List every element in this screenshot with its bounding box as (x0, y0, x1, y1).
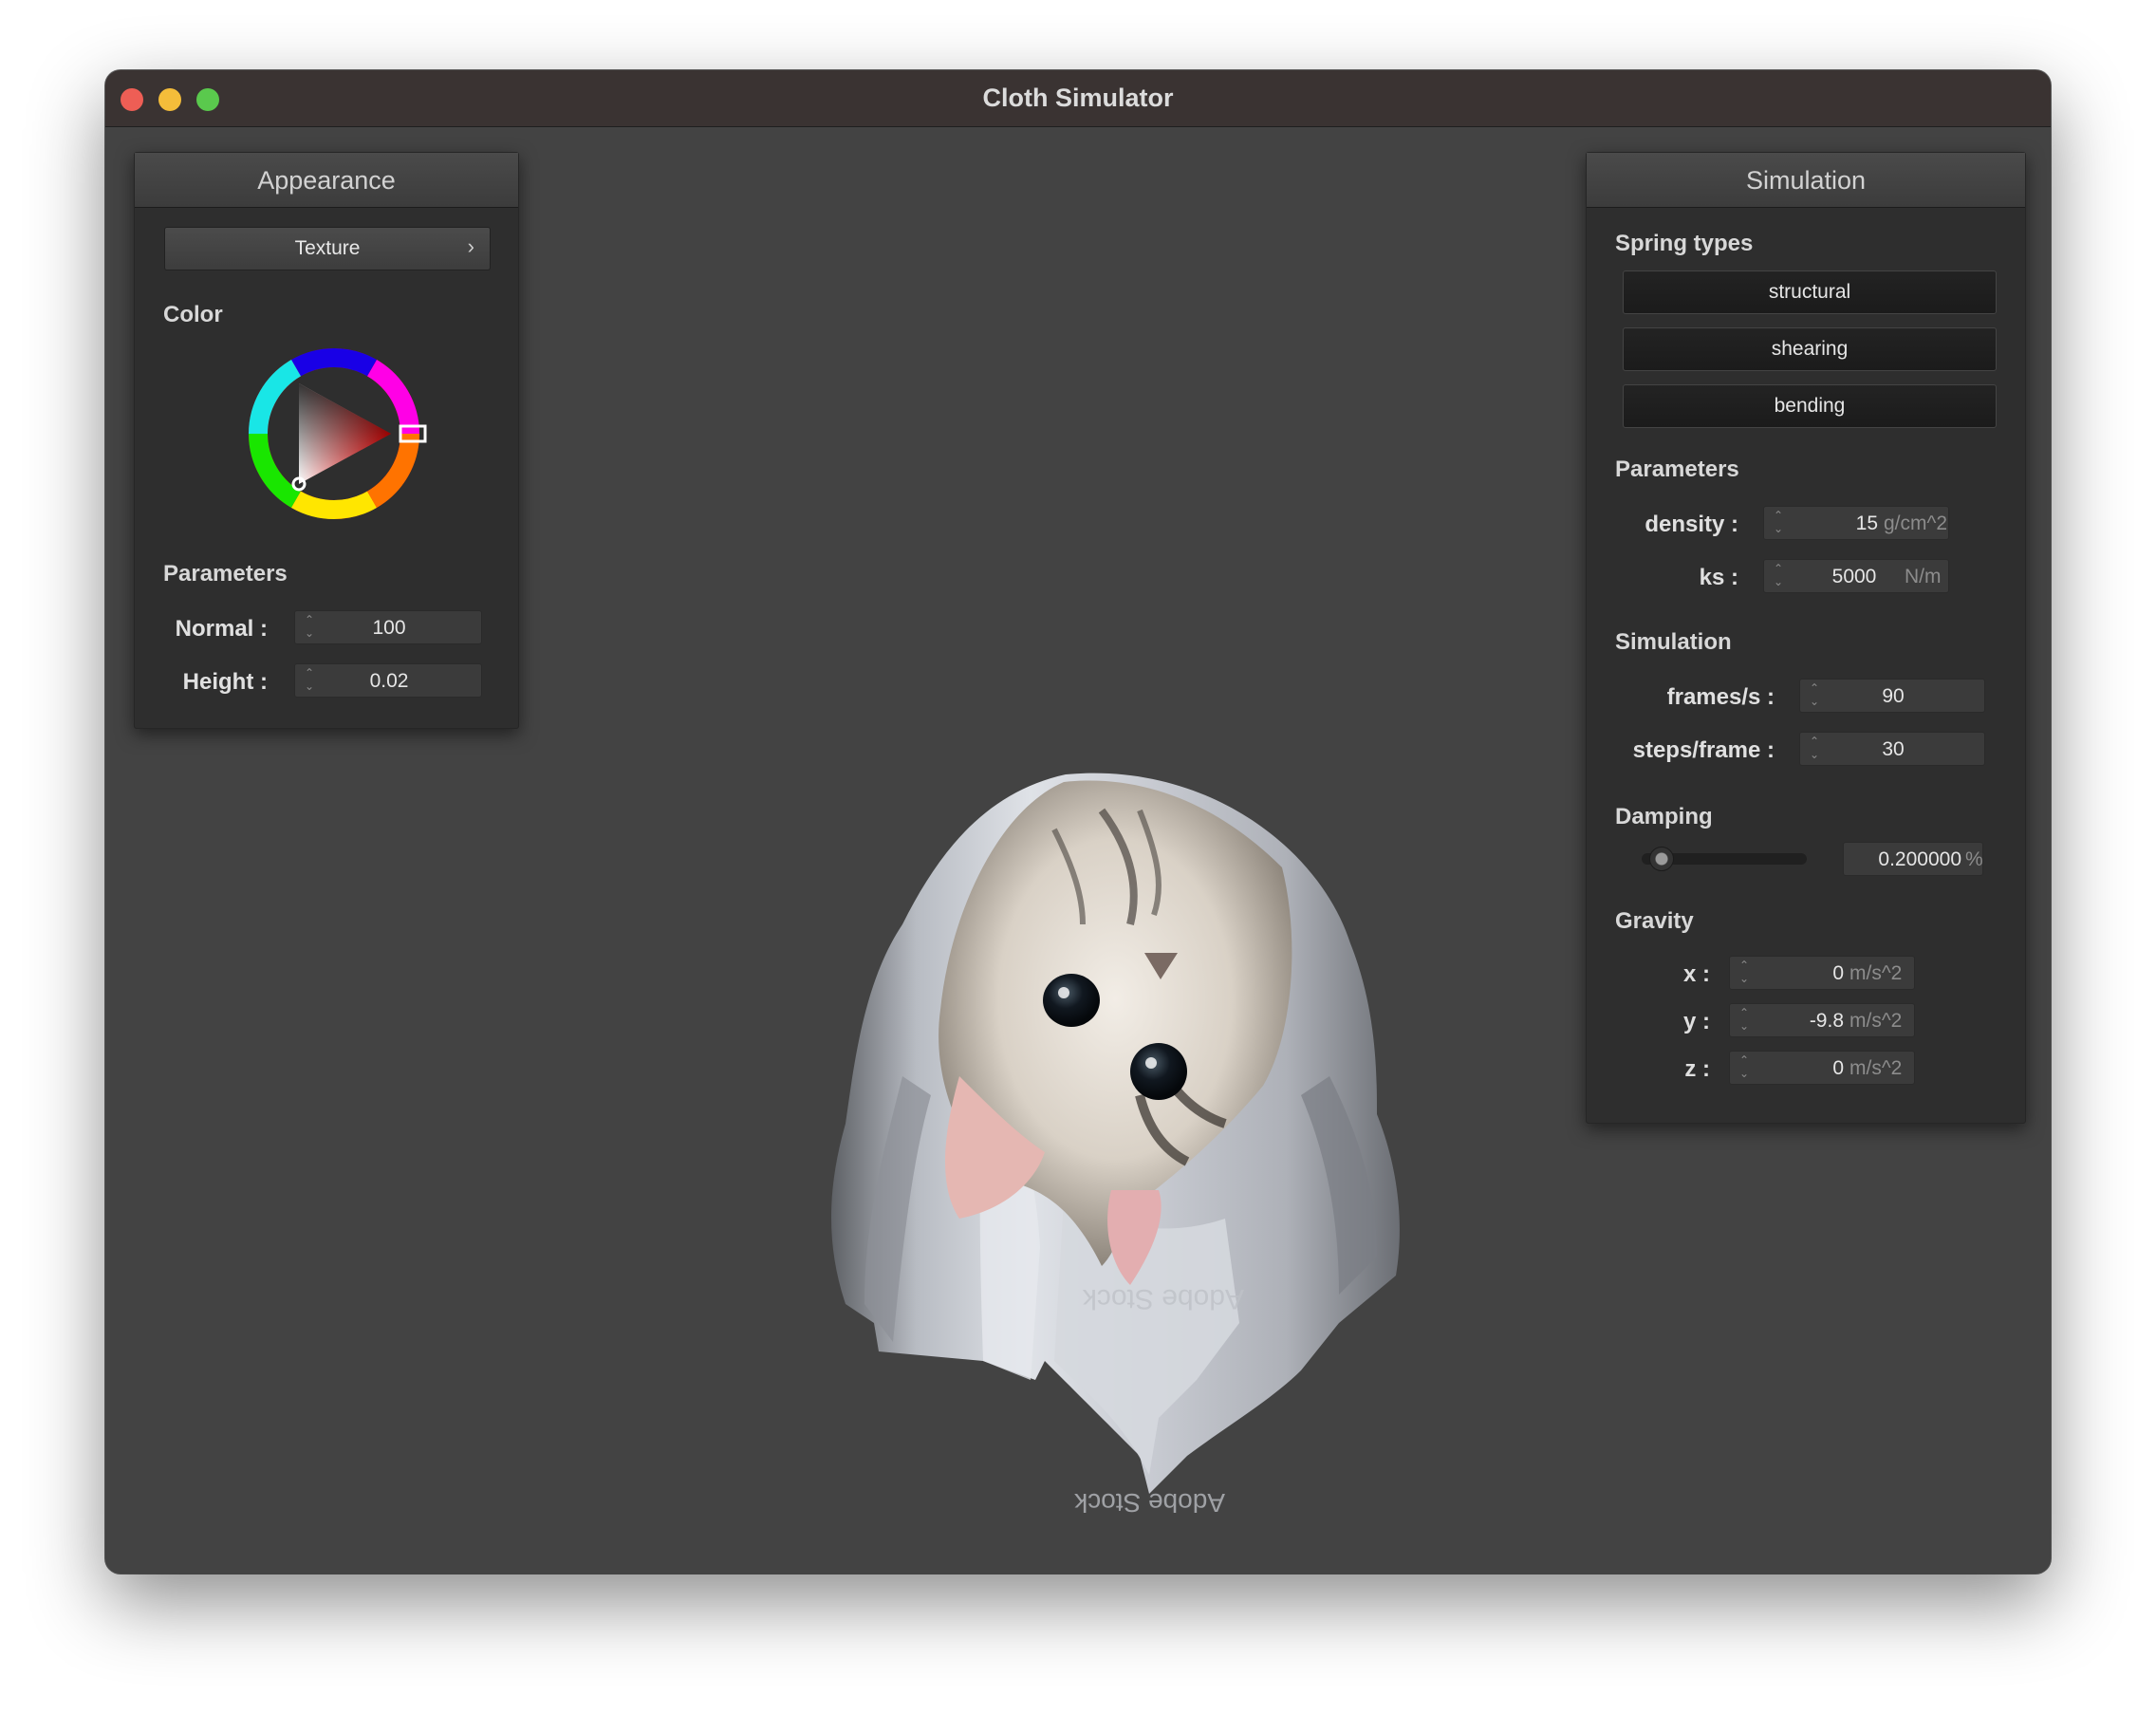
damping-input[interactable]: 0.200000 % (1843, 842, 1983, 876)
color-label: Color (163, 302, 223, 327)
density-label: density : (1645, 512, 1738, 537)
gravity-label: Gravity (1615, 908, 1694, 934)
texture-button-label: Texture (294, 237, 361, 259)
height-label: Height : (182, 669, 268, 695)
ks-label: ks : (1699, 565, 1738, 590)
spring-structural-button[interactable]: structural (1623, 270, 1997, 314)
title-bar: Cloth Simulator (105, 70, 2051, 127)
simulation-panel-header[interactable]: Simulation (1587, 153, 2025, 208)
fps-label: frames/s : (1666, 684, 1775, 710)
gravity-y-input[interactable]: ⌃ ⌄ -9.8 m/s^2 (1729, 1003, 1915, 1037)
texture-button[interactable]: Texture › (164, 227, 491, 270)
gravity-z-input[interactable]: ⌃ ⌄ 0 m/s^2 (1729, 1051, 1915, 1085)
damping-slider-handle[interactable] (1648, 847, 1674, 871)
damping-label: Damping (1615, 804, 1713, 829)
watermark-text: Adobe Stock (1073, 1488, 1225, 1518)
ks-input[interactable]: ⌃ ⌄ 5000 N/m (1763, 559, 1949, 593)
color-wheel[interactable] (239, 339, 429, 529)
stepper-arrows-icon[interactable]: ⌃ ⌄ (1738, 959, 1751, 989)
stepper-arrows-icon[interactable]: ⌃ ⌄ (1772, 562, 1785, 592)
sim-params-label: Parameters (1615, 456, 1739, 482)
normal-label: Normal : (175, 616, 268, 642)
appearance-panel: Appearance Texture › Color Parameters No… (134, 152, 519, 729)
appearance-params-label: Parameters (163, 561, 288, 587)
simulation-section-label: Simulation (1615, 629, 1732, 655)
spring-types-label: Spring types (1615, 231, 1754, 256)
steps-input[interactable]: ⌃ ⌄ 30 (1799, 732, 1985, 766)
density-input[interactable]: ⌃ ⌄ 15 g/cm^2 (1763, 506, 1949, 540)
height-input[interactable]: ⌃ ⌄ 0.02 (294, 663, 482, 698)
gravity-x-label: x : (1682, 961, 1710, 987)
app-window: Cloth Simulator Adobe Stock Adobe Stock … (105, 70, 2051, 1574)
stepper-arrows-icon[interactable]: ⌃ ⌄ (1738, 1006, 1751, 1036)
stepper-arrows-icon[interactable]: ⌃ ⌄ (1738, 1053, 1751, 1084)
gravity-z-label: z : (1684, 1056, 1710, 1082)
simulation-panel: Simulation Spring types structural shear… (1586, 152, 2026, 1124)
spring-shearing-button[interactable]: shearing (1623, 327, 1997, 371)
watermark-text: Adobe Stock (1082, 1283, 1244, 1314)
fps-input[interactable]: ⌃ ⌄ 90 (1799, 679, 1985, 713)
window-title: Cloth Simulator (982, 84, 1174, 112)
chevron-right-icon: › (467, 234, 474, 258)
gravity-x-input[interactable]: ⌃ ⌄ 0 m/s^2 (1729, 956, 1915, 990)
gravity-y-label: y : (1682, 1009, 1710, 1034)
spring-bending-button[interactable]: bending (1623, 384, 1997, 428)
normal-input[interactable]: ⌃ ⌄ 100 (294, 610, 482, 644)
stepper-arrows-icon[interactable]: ⌃ ⌄ (1772, 509, 1785, 539)
appearance-panel-header[interactable]: Appearance (135, 153, 518, 208)
steps-label: steps/frame : (1632, 737, 1775, 763)
